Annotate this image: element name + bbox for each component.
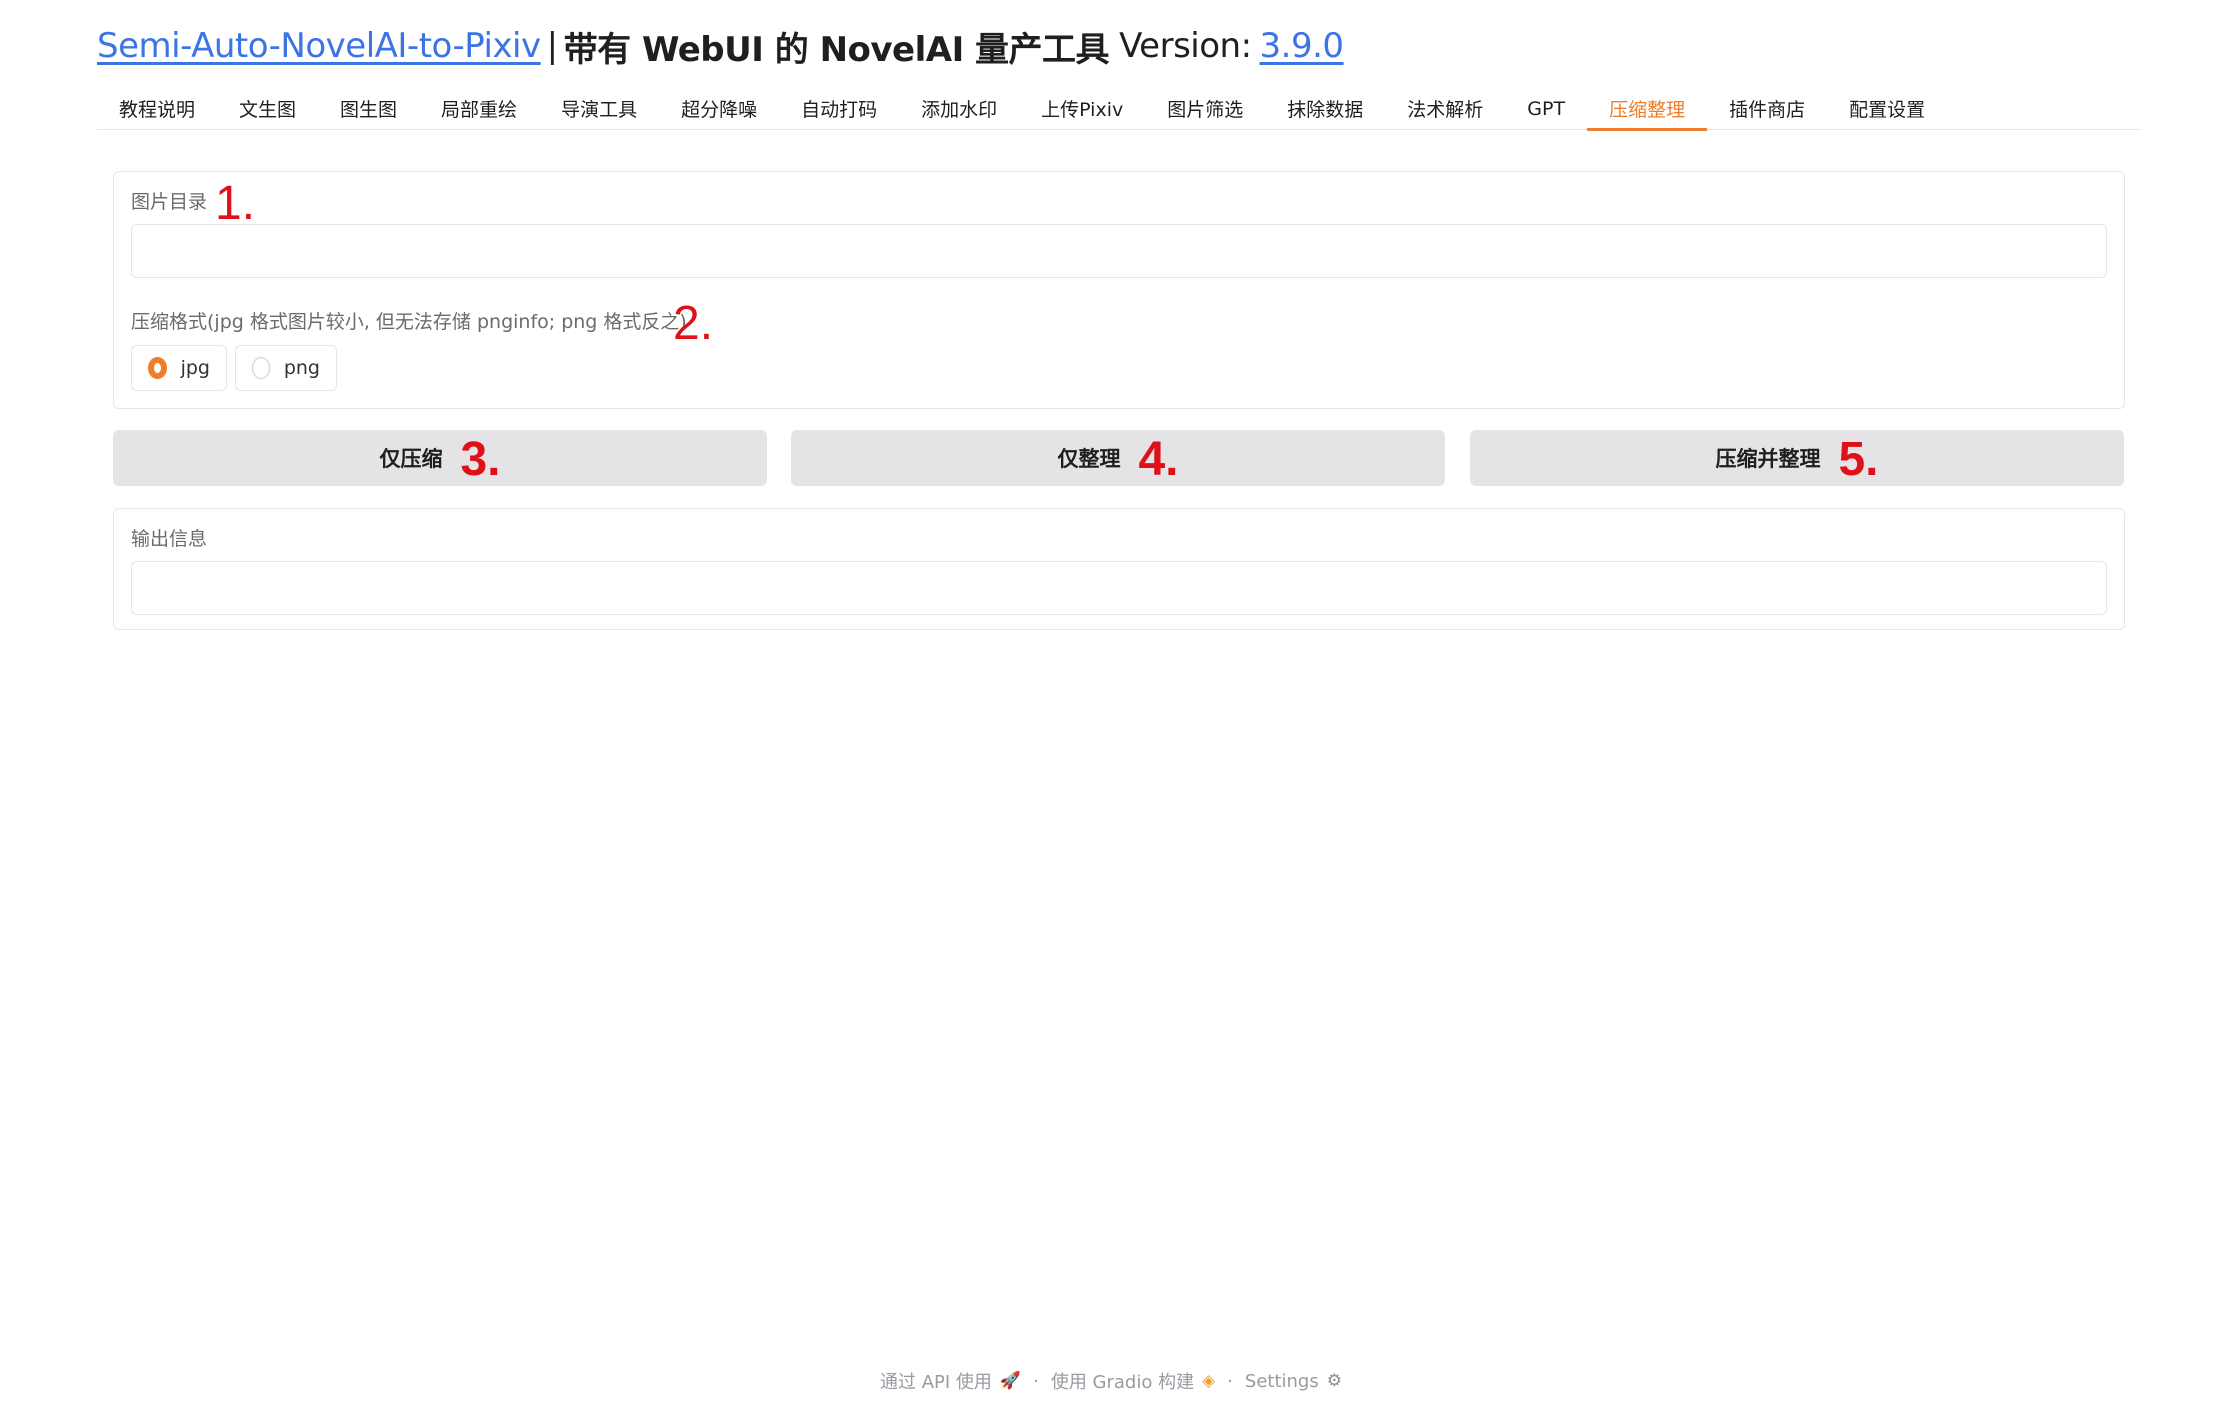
footer-dot: ·	[1033, 1370, 1039, 1392]
tab-watermark[interactable]: 添加水印	[899, 88, 1019, 129]
compress-options-panel: 图片目录 1. 压缩格式(jpg 格式图片较小, 但无法存储 pnginfo; …	[113, 171, 2125, 409]
radio-checked-icon	[148, 357, 167, 379]
tab-compress-organize[interactable]: 压缩整理	[1587, 88, 1708, 131]
format-option-jpg: jpg	[180, 357, 210, 379]
compress-only-label: 仅压缩	[379, 447, 443, 471]
use-via-api-link[interactable]: 通过 API 使用 🚀	[880, 1368, 1021, 1394]
format-radio-png[interactable]: png	[235, 345, 337, 391]
app-page: Semi-Auto-NovelAI-to-Pixiv | 带有 WebUI 的 …	[0, 0, 2222, 1408]
tab-bar: 教程说明 文生图 图生图 局部重绘 导演工具 超分降噪 自动打码 添加水印 上传…	[97, 88, 2141, 131]
compress-and-organize-button[interactable]: 压缩并整理 5.	[1470, 430, 2124, 486]
version-link[interactable]: 3.9.0	[1260, 26, 1345, 66]
format-radio-jpg[interactable]: jpg	[131, 345, 227, 391]
tab-inpaint[interactable]: 局部重绘	[419, 88, 539, 129]
tab-upscale-denoise[interactable]: 超分降噪	[659, 88, 779, 129]
version-label: Version:	[1119, 26, 1252, 66]
image-dir-input[interactable]	[131, 224, 2107, 278]
tab-image-filter[interactable]: 图片筛选	[1145, 88, 1265, 129]
annotation-marker-3: 3.	[460, 433, 501, 486]
tab-img2img[interactable]: 图生图	[318, 88, 419, 129]
compress-only-button[interactable]: 仅压缩 3.	[113, 430, 767, 486]
annotation-marker-2: 2.	[673, 297, 714, 350]
tab-tutorial[interactable]: 教程说明	[97, 88, 217, 129]
settings-label: Settings	[1244, 1370, 1319, 1392]
tab-director-tools[interactable]: 导演工具	[539, 88, 659, 129]
tab-upload-pixiv[interactable]: 上传Pixiv	[1019, 88, 1145, 129]
annotation-marker-4: 4.	[1138, 433, 1179, 486]
annotation-marker-5: 5.	[1838, 433, 1879, 486]
annotation-marker-1: 1.	[215, 177, 256, 230]
app-title: 带有 WebUI 的 NovelAI 量产工具	[563, 29, 1110, 70]
footer: 通过 API 使用 🚀 · 使用 Gradio 构建 ◈ · Settings …	[0, 1368, 2222, 1394]
tab-settings[interactable]: 配置设置	[1827, 88, 1947, 129]
organize-only-button[interactable]: 仅整理 4.	[791, 430, 1445, 486]
rocket-icon: 🚀	[999, 1371, 1022, 1391]
tab-plugin-store[interactable]: 插件商店	[1707, 88, 1827, 129]
output-textbox[interactable]	[131, 561, 2107, 615]
gear-icon: ⚙	[1326, 1371, 1342, 1391]
built-with-gradio-link[interactable]: 使用 Gradio 构建 ◈	[1051, 1368, 1215, 1394]
tab-erase-data[interactable]: 抹除数据	[1265, 88, 1385, 129]
gradio-logo-icon: ◈	[1202, 1371, 1216, 1391]
format-option-png: png	[283, 357, 320, 379]
app-header: Semi-Auto-NovelAI-to-Pixiv | 带有 WebUI 的 …	[97, 20, 1344, 72]
image-dir-label: 图片目录	[131, 191, 208, 213]
compress-and-organize-label: 压缩并整理	[1715, 447, 1821, 471]
tab-auto-mosaic[interactable]: 自动打码	[779, 88, 899, 129]
organize-only-label: 仅整理	[1057, 447, 1121, 471]
settings-link[interactable]: Settings ⚙	[1245, 1371, 1342, 1392]
header-separator: |	[546, 26, 558, 66]
tab-gpt[interactable]: GPT	[1505, 88, 1587, 129]
built-with-gradio-label: 使用 Gradio 构建	[1050, 1372, 1195, 1393]
radio-unchecked-icon	[252, 357, 270, 379]
format-label: 压缩格式(jpg 格式图片较小, 但无法存储 pnginfo; png 格式反之…	[131, 311, 687, 333]
output-panel: 输出信息	[113, 508, 2125, 630]
repo-link[interactable]: Semi-Auto-NovelAI-to-Pixiv	[97, 26, 541, 66]
output-label: 输出信息	[131, 528, 208, 550]
tab-txt2img[interactable]: 文生图	[217, 88, 318, 129]
footer-dot: ·	[1227, 1370, 1233, 1392]
use-via-api-label: 通过 API 使用	[880, 1372, 992, 1393]
tab-spell-parse[interactable]: 法术解析	[1385, 88, 1505, 129]
